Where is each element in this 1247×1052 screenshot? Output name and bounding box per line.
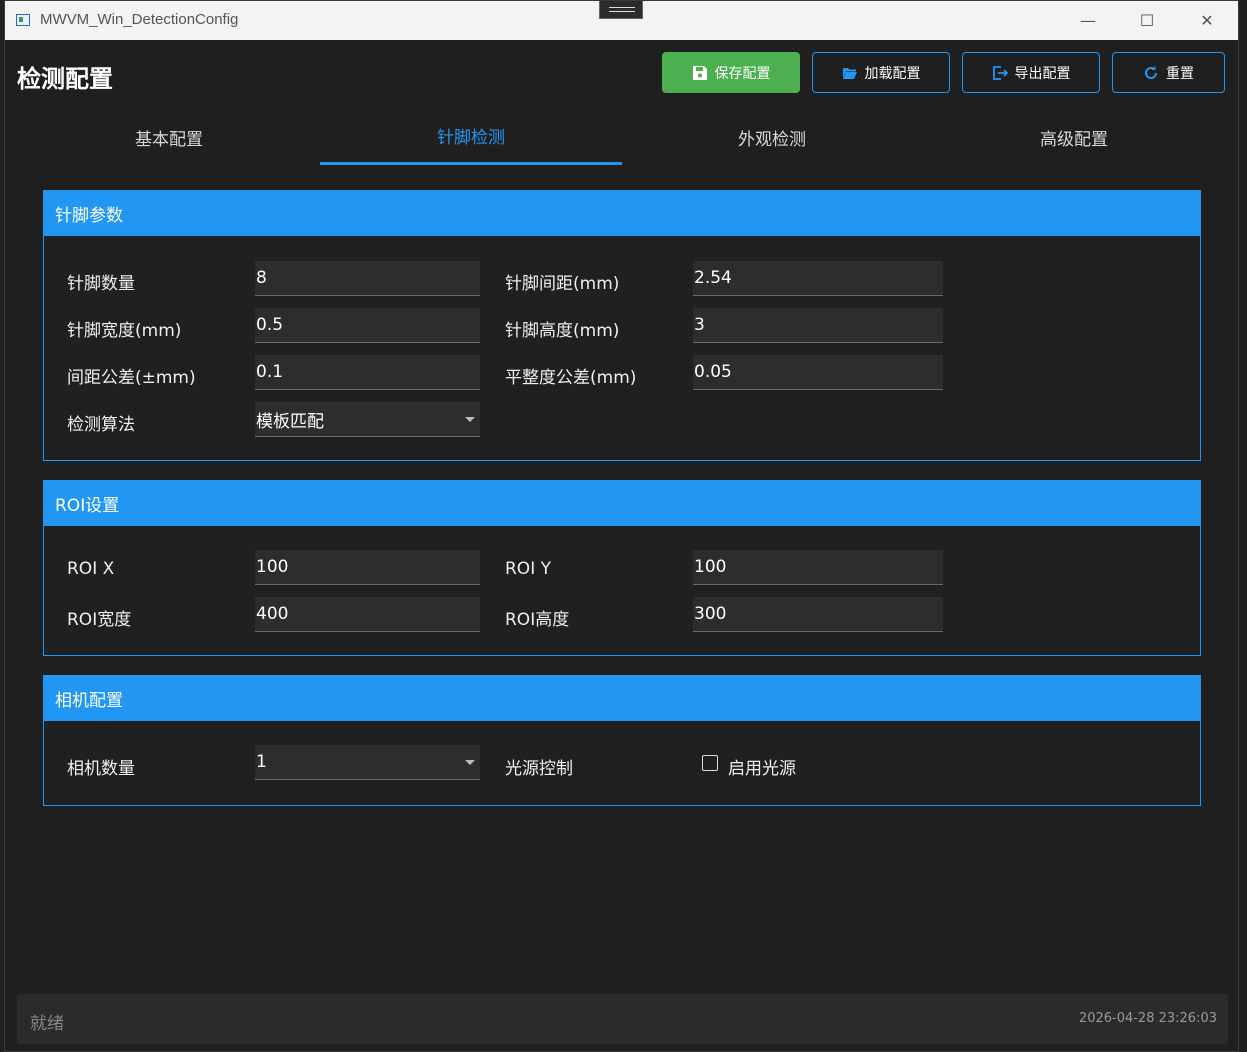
roi-y-label: ROI Y [505,559,551,579]
pin-height-label: 针脚高度(mm) [505,321,620,341]
roi-x-label: ROI X [67,559,115,579]
export-config-label: 导出配置 [1014,65,1071,82]
roi-header: ROI设置 [44,481,1200,526]
reset-button[interactable]: 重置 [1112,52,1225,93]
roi-height-label: ROI高度 [505,610,570,630]
page-title: 检测配置 [17,65,113,93]
pitch-tolerance-input[interactable]: 0.1 [255,355,480,390]
pin-count-label: 针脚数量 [67,274,135,294]
maximize-button[interactable]: ☐ [1118,1,1176,40]
enable-light-checkbox[interactable] [702,755,718,771]
export-config-button[interactable]: 导出配置 [962,52,1100,93]
load-config-button[interactable]: 加载配置 [812,52,950,93]
folder-open-icon [842,67,857,79]
reset-label: 重置 [1166,65,1194,82]
roi-height-input[interactable]: 300 [693,597,943,632]
load-config-label: 加载配置 [864,65,921,82]
status-text: 就绪 [30,1014,64,1034]
pin-width-input[interactable]: 0.5 [255,308,480,343]
save-config-button[interactable]: 保存配置 [662,52,800,93]
camera-header: 相机配置 [44,676,1200,721]
roi-panel: ROI设置 ROI X 100 ROI Y 100 ROI宽度 400 ROI高… [43,480,1201,656]
algorithm-label: 检测算法 [67,415,135,435]
camera-count-select[interactable]: 1 [255,745,480,780]
pin-params-panel: 针脚参数 针脚数量 8 针脚间距(mm) 2.54 针脚宽度(mm) 0.5 针… [43,190,1201,461]
pin-pitch-label: 针脚间距(mm) [505,274,620,294]
enable-light-label[interactable]: 启用光源 [728,754,796,779]
save-icon [692,65,707,80]
pin-width-label: 针脚宽度(mm) [67,321,182,341]
tab-advanced[interactable]: 高级配置 [923,109,1225,165]
pin-pitch-input[interactable]: 2.54 [693,261,943,296]
app-icon [16,14,30,26]
tab-basic[interactable]: 基本配置 [18,109,320,165]
camera-count-label: 相机数量 [67,759,135,779]
flatness-tolerance-input[interactable]: 0.05 [693,355,943,390]
flatness-tolerance-label: 平整度公差(mm) [505,368,637,388]
camera-panel: 相机配置 相机数量 1 光源控制 启用光源 [43,675,1201,806]
roi-x-input[interactable]: 100 [255,550,480,585]
export-icon [992,65,1008,80]
snap-grip-handle[interactable] [599,1,643,19]
pitch-tolerance-label: 间距公差(±mm) [67,368,196,388]
app-window: MWVM_Win_DetectionConfig — ☐ ✕ 检测配置 保存配置… [4,0,1239,1052]
algorithm-select[interactable]: 模板匹配 [255,402,480,437]
refresh-icon [1145,65,1157,79]
pin-count-input[interactable]: 8 [255,261,480,296]
tab-appearance[interactable]: 外观检测 [621,109,923,165]
save-config-label: 保存配置 [714,65,771,82]
roi-width-input[interactable]: 400 [255,597,480,632]
close-button[interactable]: ✕ [1178,1,1236,40]
roi-width-label: ROI宽度 [67,610,132,630]
status-bar: 就绪 2026-04-28 23:26:03 [17,994,1228,1044]
tab-pin-detection[interactable]: 针脚检测 [320,109,622,165]
window-title: MWVM_Win_DetectionConfig [40,11,239,28]
pin-height-input[interactable]: 3 [693,308,943,343]
roi-y-input[interactable]: 100 [693,550,943,585]
light-control-label: 光源控制 [505,759,573,779]
status-timestamp: 2026-04-28 23:26:03 [1078,1011,1217,1026]
minimize-button[interactable]: — [1059,1,1117,40]
pin-params-header: 针脚参数 [44,191,1200,236]
